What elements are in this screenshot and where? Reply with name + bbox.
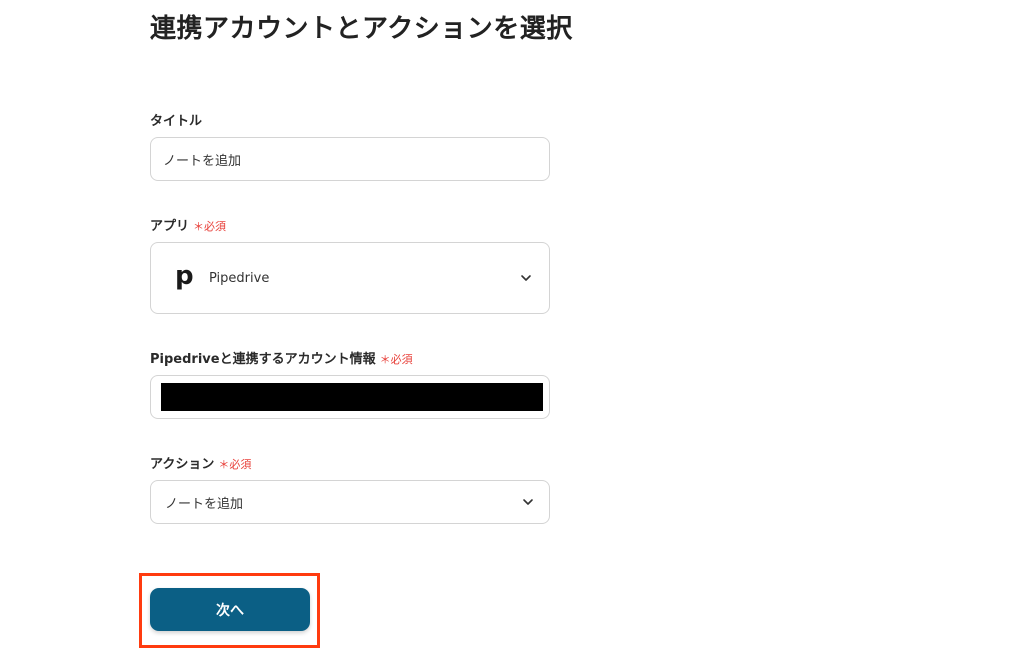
account-field-label: Pipedriveと連携するアカウント情報 ＊必須: [150, 348, 413, 367]
action-required-mark: ＊必須: [218, 458, 252, 471]
account-required-mark: ＊必須: [379, 353, 413, 366]
app-select[interactable]: p Pipedrive: [150, 242, 550, 314]
app-selected-name: Pipedrive: [209, 270, 270, 286]
title-field-label: タイトル: [150, 110, 202, 129]
app-required-mark: ＊必須: [193, 220, 227, 233]
title-input-box[interactable]: [150, 137, 550, 181]
app-field-label: アプリ ＊必須: [150, 215, 226, 234]
chevron-down-icon[interactable]: [519, 271, 533, 285]
pipedrive-logo-icon: p: [175, 261, 194, 291]
title-input[interactable]: [151, 138, 549, 180]
action-selected-value: ノートを追加: [165, 496, 244, 512]
title-label-text: タイトル: [150, 114, 203, 129]
app-select-row: p Pipedrive: [151, 243, 549, 313]
action-select[interactable]: ノートを追加: [150, 480, 550, 524]
account-label-text: Pipedriveと連携するアカウント情報: [150, 352, 376, 367]
page: 連携アカウントとアクションを選択 タイトル アプリ＊必須 p Pipedrive…: [0, 0, 1022, 664]
action-field-label: アクション ＊必須: [150, 453, 251, 472]
account-select[interactable]: [150, 375, 550, 419]
action-label-text: アクション: [150, 457, 215, 472]
page-title: 連携アカウントとアクションを選択: [150, 14, 573, 44]
app-label-text: アプリ: [150, 219, 190, 234]
next-button[interactable]: 次へ: [150, 588, 310, 631]
action-select-row: ノートを追加: [151, 481, 549, 523]
redacted-account-value: [161, 383, 543, 411]
chevron-down-icon[interactable]: [521, 495, 535, 509]
